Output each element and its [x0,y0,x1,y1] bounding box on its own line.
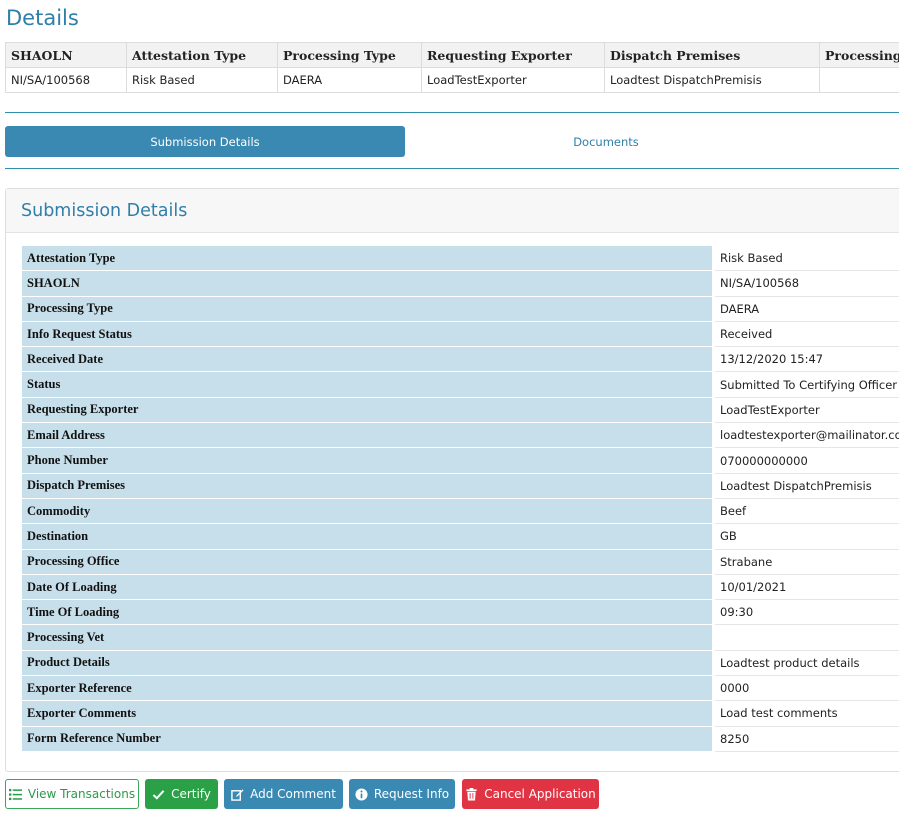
table-row: SHAOLN NI/SA/100568 [22,270,899,297]
table-row: Received Date 13/12/2020 15:47 [22,346,899,373]
tab-documents[interactable]: Documents [406,126,806,157]
detail-value: Submitted To Certifying Officer [713,371,899,398]
detail-label: Time Of Loading [22,599,715,626]
detail-value: Load test comments [713,700,899,727]
table-row: Info Request Status Received [22,321,899,348]
table-row: Phone Number 070000000000 [22,447,899,474]
detail-value: Beef [713,498,899,525]
request-info-label: Request Info [373,787,450,801]
detail-value: LoadTestExporter [713,397,899,424]
summary-header-processing-type: Processing Type [277,42,422,68]
detail-label: Destination [22,523,715,550]
summary-cell-processing-type: DAERA [277,67,422,93]
cancel-application-button[interactable]: Cancel Application [462,779,599,809]
summary-cell-requesting-exporter: LoadTestExporter [421,67,605,93]
view-transactions-label: View Transactions [27,787,136,801]
tabs-divider-bottom [5,168,899,169]
table-row: Processing Vet [22,624,899,651]
detail-label: Exporter Comments [22,700,715,727]
summary-cell-processing-vet [819,67,899,93]
detail-value [713,624,899,651]
table-row: NI/SA/100568 Risk Based DAERA LoadTestEx… [5,67,899,93]
submission-details-table: Attestation Type Risk Based SHAOLN NI/SA/10… [22,246,899,752]
certify-label: Certify [171,787,211,801]
table-row: Email Address loadtestexporter@mailinator… [22,422,899,449]
summary-cell-attestation-type: Risk Based [126,67,278,93]
detail-value: Loadtest product details [713,650,899,677]
submission-details-panel: Submission Details Attestation Type Risk … [5,188,899,772]
detail-label: Email Address [22,422,715,449]
page-title: Details [6,6,79,30]
info-circle-icon [355,787,368,801]
detail-label: Received Date [22,346,715,373]
detail-label: Phone Number [22,447,715,474]
detail-value: 070000000000 [713,447,899,474]
table-row: Status Submitted To Certifying Officer [22,371,899,398]
table-row: Exporter Reference 0000 [22,675,899,702]
detail-value: NI/SA/100568 [713,270,899,297]
detail-label: Commodity [22,498,715,525]
detail-value: 13/12/2020 15:47 [713,346,899,373]
table-row: Product Details Loadtest product details [22,650,899,677]
summary-cell-dispatch-premises: Loadtest DispatchPremisis [604,67,820,93]
detail-label: Processing Office [22,549,715,575]
table-row: Destination GB [22,523,899,550]
detail-label: Processing Vet [22,624,715,651]
detail-value: Strabane [713,549,899,575]
table-row: Exporter Comments Load test comments [22,700,899,727]
add-comment-button[interactable]: Add Comment [224,779,343,809]
detail-value: DAERA [713,296,899,322]
summary-header-requesting-exporter: Requesting Exporter [421,42,605,68]
list-icon [8,788,22,800]
detail-label: Product Details [22,650,715,677]
table-row: Dispatch Premises Loadtest DispatchPremis… [22,473,899,499]
detail-label: Requesting Exporter [22,397,715,424]
summary-header-processing-vet: Processing Vet [819,42,899,68]
summary-table: SHAOLN Attestation Type Processing Type … [5,42,899,93]
detail-label: Processing Type [22,296,715,322]
summary-cell-shaoln: NI/SA/100568 [5,67,127,93]
certify-button[interactable]: Certify [145,779,218,809]
detail-label: Form Reference Number [22,726,715,752]
table-row: Commodity Beef [22,498,899,525]
detail-value: 10/01/2021 [713,574,899,601]
request-info-button[interactable]: Request Info [349,779,455,809]
trash-icon [466,787,477,801]
table-row: Requesting Exporter LoadTestExporter [22,397,899,424]
table-row: Time Of Loading 09:30 [22,599,899,626]
check-icon [152,789,165,800]
table-row: Attestation Type Risk Based [22,246,899,272]
summary-header-shaoln: SHAOLN [5,42,127,68]
detail-label: SHAOLN [22,270,715,297]
tab-submission-details[interactable]: Submission Details [5,126,405,157]
summary-header-attestation-type: Attestation Type [126,42,278,68]
summary-header-row: SHAOLN Attestation Type Processing Type … [5,42,899,68]
detail-value: 09:30 [713,599,899,626]
detail-value: GB [713,523,899,550]
tabs-divider-top [5,112,899,113]
detail-label: Attestation Type [22,246,715,272]
detail-label: Status [22,371,715,398]
add-comment-label: Add Comment [250,787,336,801]
cancel-application-label: Cancel Application [484,787,596,801]
table-row: Date Of Loading 10/01/2021 [22,574,899,601]
view-transactions-button[interactable]: View Transactions [5,779,139,809]
table-row: Processing Office Strabane [22,549,899,575]
detail-value: 8250 [713,726,899,752]
panel-title: Submission Details [6,189,899,233]
detail-label: Date Of Loading [22,574,715,601]
detail-label: Dispatch Premises [22,473,715,499]
detail-value: Loadtest DispatchPremisis [713,473,899,499]
detail-value: loadtestexporter@mailinator.com [713,422,899,449]
detail-label: Info Request Status [22,321,715,348]
detail-label: Exporter Reference [22,675,715,702]
detail-value: Received [713,321,899,348]
detail-value: 0000 [713,675,899,702]
detail-value: Risk Based [713,246,899,272]
table-row: Processing Type DAERA [22,296,899,322]
summary-header-dispatch-premises: Dispatch Premises [604,42,820,68]
edit-icon [231,788,244,801]
table-row: Form Reference Number 8250 [22,726,899,752]
